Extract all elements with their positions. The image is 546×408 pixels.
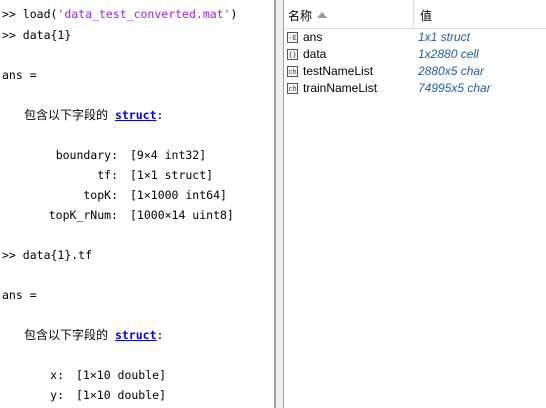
struct-intro: 包含以下字段的 struct:	[24, 108, 164, 122]
variable-value: 74995x5 char	[418, 81, 491, 95]
workspace-panel: 名称 值 -E ans 1x1 struct {} data 1x2880 ce…	[284, 0, 546, 408]
struct-intro: 包含以下字段的 struct:	[24, 328, 164, 342]
char-icon: ch	[287, 83, 298, 94]
column-header-value[interactable]: 值	[420, 7, 432, 24]
string-literal: 'data_test_converted.mat'	[57, 7, 231, 21]
ans-label: ans =	[2, 68, 37, 82]
command-line-load: >> load('data_test_converted.mat')	[2, 7, 238, 21]
field-value: [1×1000 int64]	[130, 188, 227, 202]
command-line-tf: >> data{1}.tf	[2, 248, 93, 262]
variable-name: data	[303, 47, 327, 61]
workspace-row[interactable]: ch testNameList 2880x5 char	[284, 63, 546, 80]
field-name: tf:	[97, 168, 118, 182]
field-value: [1×1 struct]	[130, 168, 214, 182]
field-name: y:	[50, 388, 64, 402]
field-value: [9×4 int32]	[130, 148, 207, 162]
field-value: [1000×14 uint8]	[130, 208, 234, 222]
prompt: >>	[2, 28, 16, 42]
workspace-row[interactable]: {} data 1x2880 cell	[284, 46, 546, 63]
char-icon: ch	[287, 66, 298, 77]
struct-icon: -E	[287, 32, 298, 43]
field-name: boundary:	[55, 148, 118, 162]
variable-value: 1x2880 cell	[418, 47, 479, 61]
field-name: topK_rNum:	[48, 208, 118, 222]
field-value: [1×10 double]	[76, 368, 167, 382]
prompt: >>	[2, 7, 16, 21]
field-name: x:	[50, 368, 64, 382]
workspace-row[interactable]: ch trainNameList 74995x5 char	[284, 80, 546, 97]
variable-name: ans	[303, 30, 323, 44]
prompt: >>	[2, 248, 16, 262]
panel-gap	[276, 0, 283, 408]
cell-icon: {}	[287, 49, 298, 60]
command-window[interactable]: >> load('data_test_converted.mat') >> da…	[0, 0, 275, 408]
workspace-row[interactable]: -E ans 1x1 struct	[284, 29, 546, 46]
variable-value: 2880x5 char	[418, 64, 485, 78]
struct-link[interactable]: struct	[115, 328, 157, 342]
variable-name: testNameList	[303, 64, 374, 78]
field-value: [1×10 double]	[76, 388, 167, 402]
ans-label: ans =	[2, 288, 37, 302]
column-header-name[interactable]: 名称	[288, 7, 312, 24]
column-divider[interactable]	[413, 0, 414, 28]
field-name: topK:	[83, 188, 118, 202]
struct-link[interactable]: struct	[115, 108, 157, 122]
workspace-header: 名称 值	[284, 0, 546, 29]
variable-value: 1x1 struct	[418, 30, 471, 44]
variable-name: trainNameList	[303, 81, 378, 95]
sort-ascending-icon[interactable]	[317, 12, 327, 18]
command-line-data: >> data{1}	[2, 28, 72, 42]
